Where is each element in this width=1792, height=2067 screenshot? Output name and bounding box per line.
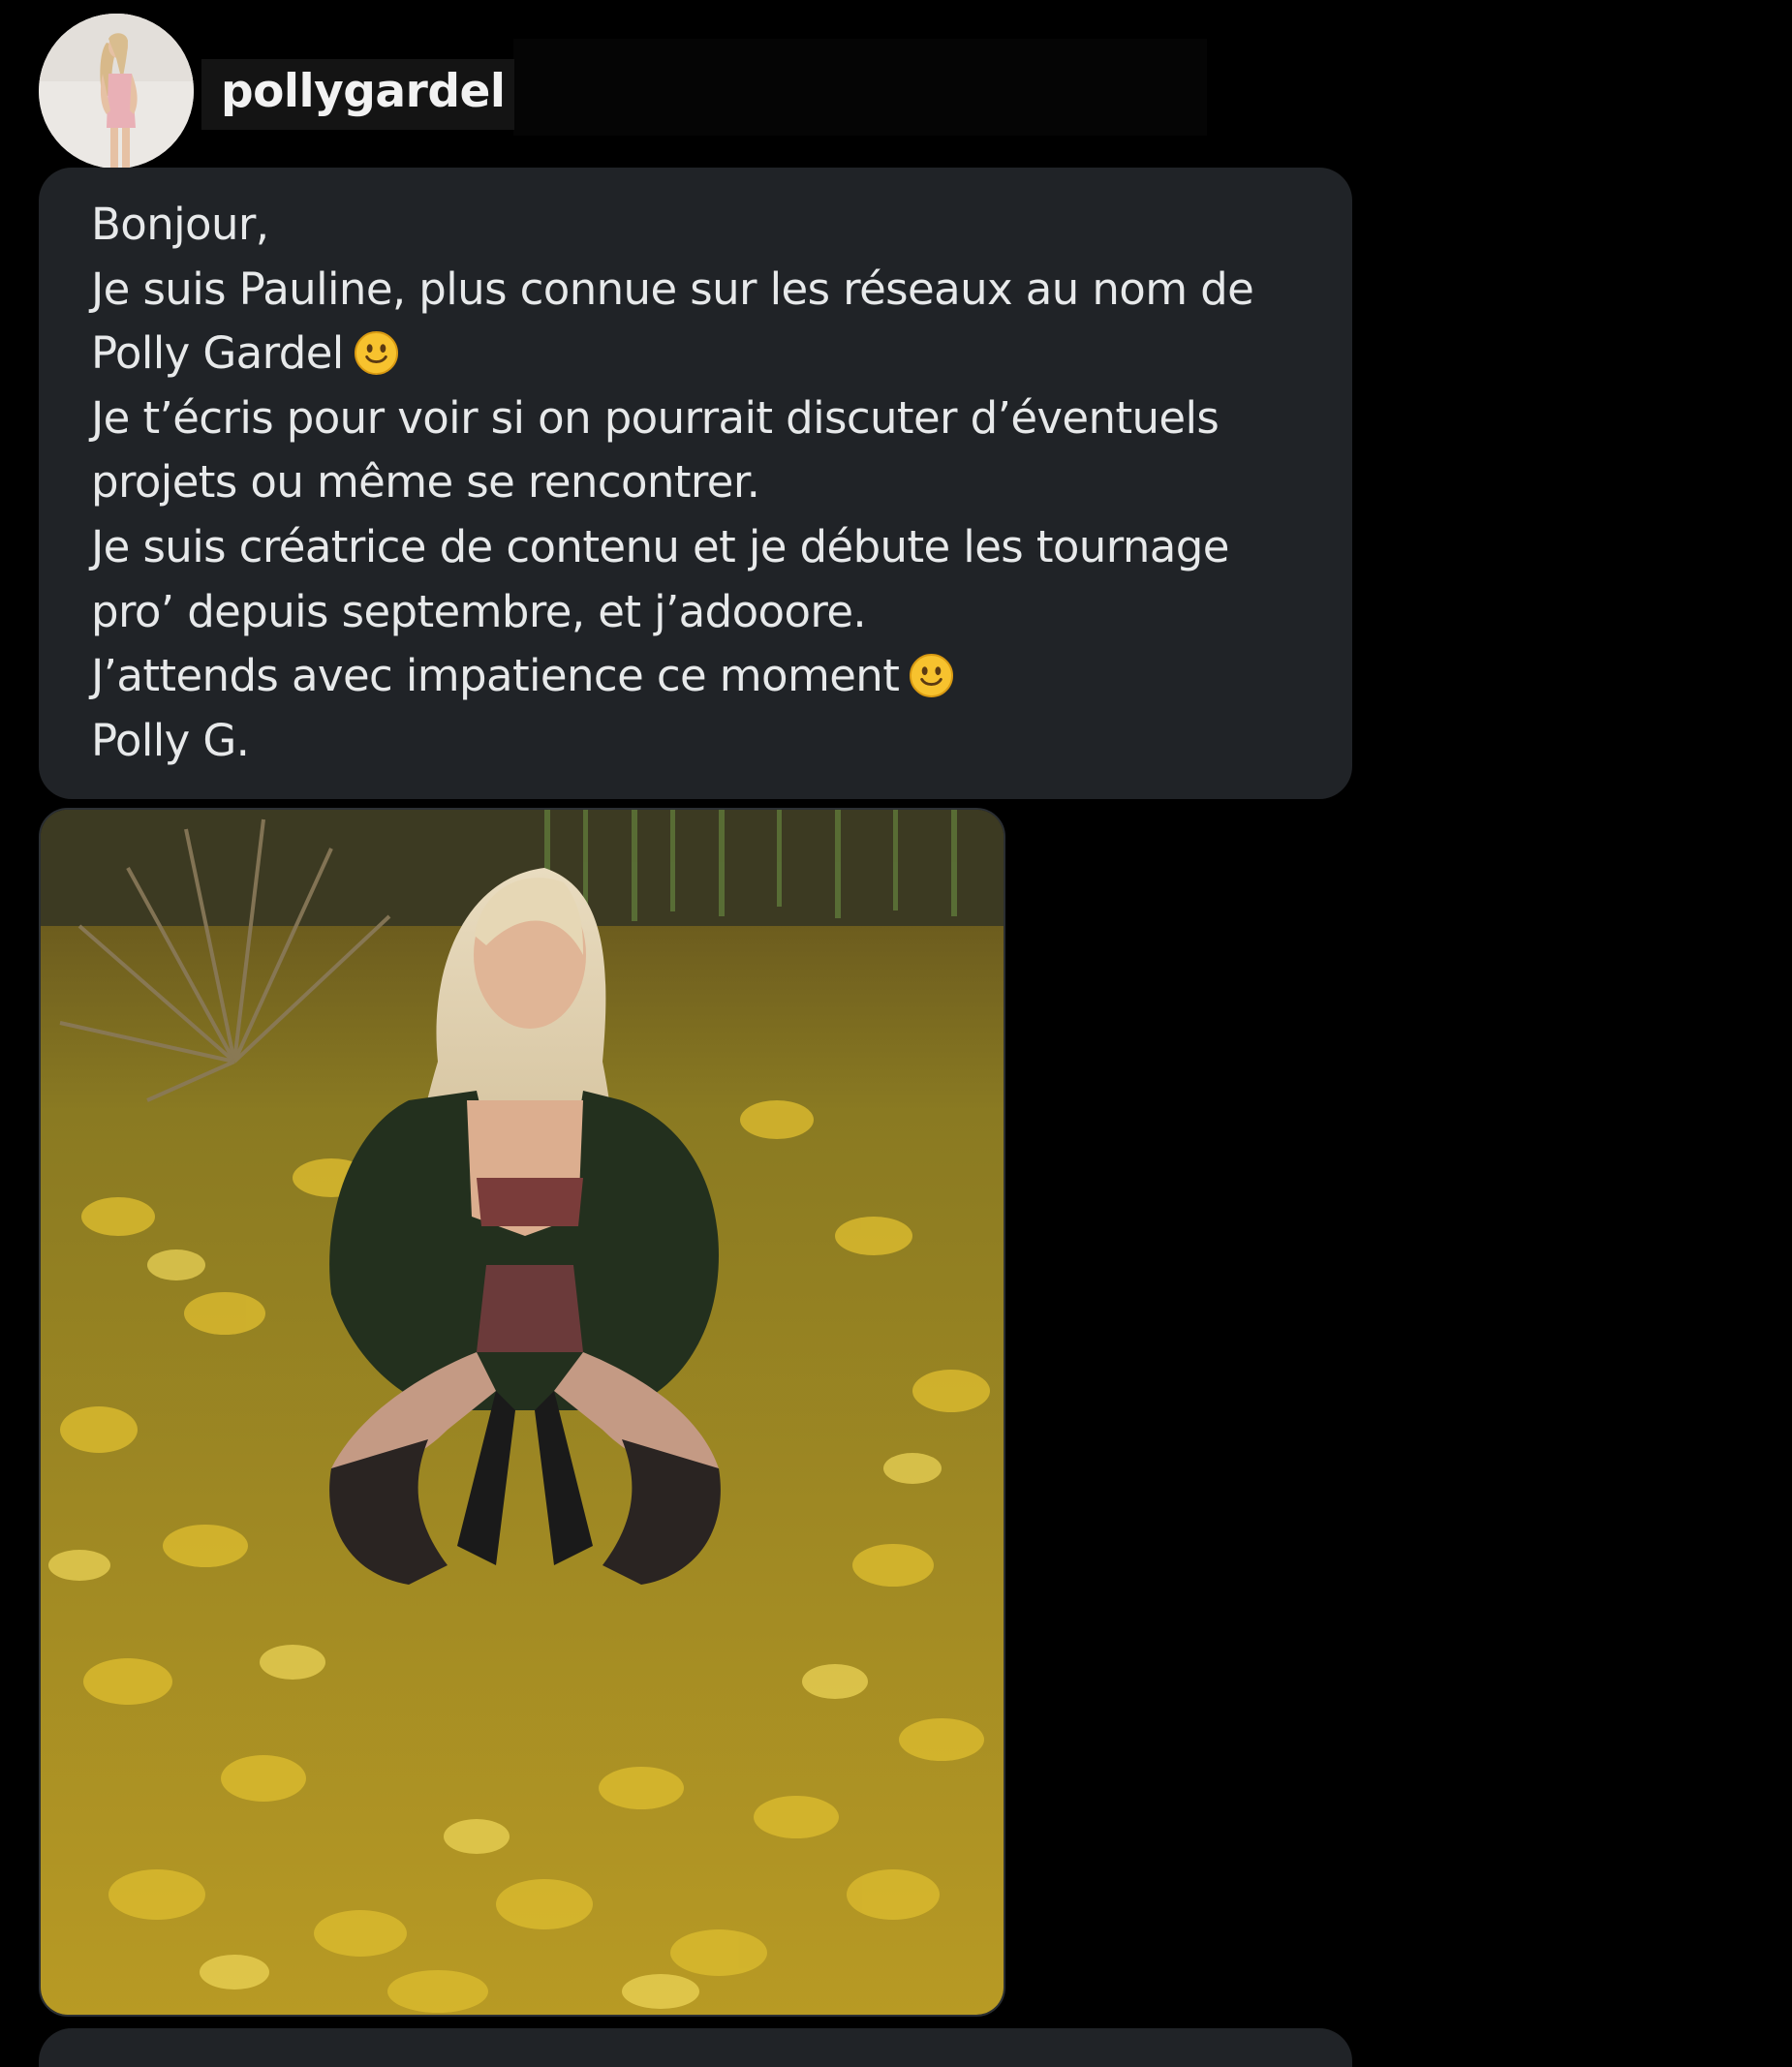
message-line-text: Je t’écris pour voir si on pourrait disc…	[91, 391, 1220, 444]
message-line-text: Polly Gardel	[91, 327, 344, 380]
message-line: J’attends avec impatience ce moment	[91, 644, 1313, 709]
message-bubble[interactable]: Bonjour, Je suis Pauline, plus connue sur…	[39, 168, 1352, 799]
next-message-bubble[interactable]	[39, 2028, 1352, 2067]
avatar[interactable]	[39, 14, 194, 169]
message-line-text: J’attends avec impatience ce moment	[91, 650, 900, 702]
header-redacted-strip	[513, 39, 1207, 136]
photo-image	[41, 810, 1004, 2015]
photo-attachment[interactable]	[39, 808, 1005, 2017]
message-line: Polly Gardel	[91, 322, 1313, 386]
message-line-text: Je suis créatrice de contenu et je début…	[91, 520, 1229, 572]
message-line: Polly G.	[91, 709, 1313, 774]
message-line: Bonjour,	[91, 193, 1313, 258]
message-text: Bonjour, Je suis Pauline, plus connue sur…	[91, 193, 1313, 773]
conversation-header: pollygardel	[39, 14, 515, 169]
message-line: Je suis créatrice de contenu et je début…	[91, 515, 1313, 580]
message-line: Je t’écris pour voir si on pourrait disc…	[91, 386, 1313, 451]
message-line-text: Bonjour,	[91, 199, 269, 250]
message-line-text: projets ou même se rencontrer.	[91, 456, 760, 509]
slightly-smiling-face-icon	[910, 654, 954, 698]
message-line-text: Je suis Pauline, plus connue sur les rés…	[91, 262, 1254, 315]
message-line: pro’ depuis septembre, et j’adooore.	[91, 580, 1313, 645]
message-line: Je suis Pauline, plus connue sur les rés…	[91, 258, 1313, 323]
message-line: projets ou même se rencontrer.	[91, 450, 1313, 515]
avatar-image	[39, 14, 194, 169]
message-line-text: Polly G.	[91, 714, 250, 766]
sender-username[interactable]: pollygardel	[201, 58, 515, 130]
message-line-text: pro’ depuis septembre, et j’adooore.	[91, 585, 867, 637]
slightly-smiling-face-icon	[354, 331, 398, 376]
